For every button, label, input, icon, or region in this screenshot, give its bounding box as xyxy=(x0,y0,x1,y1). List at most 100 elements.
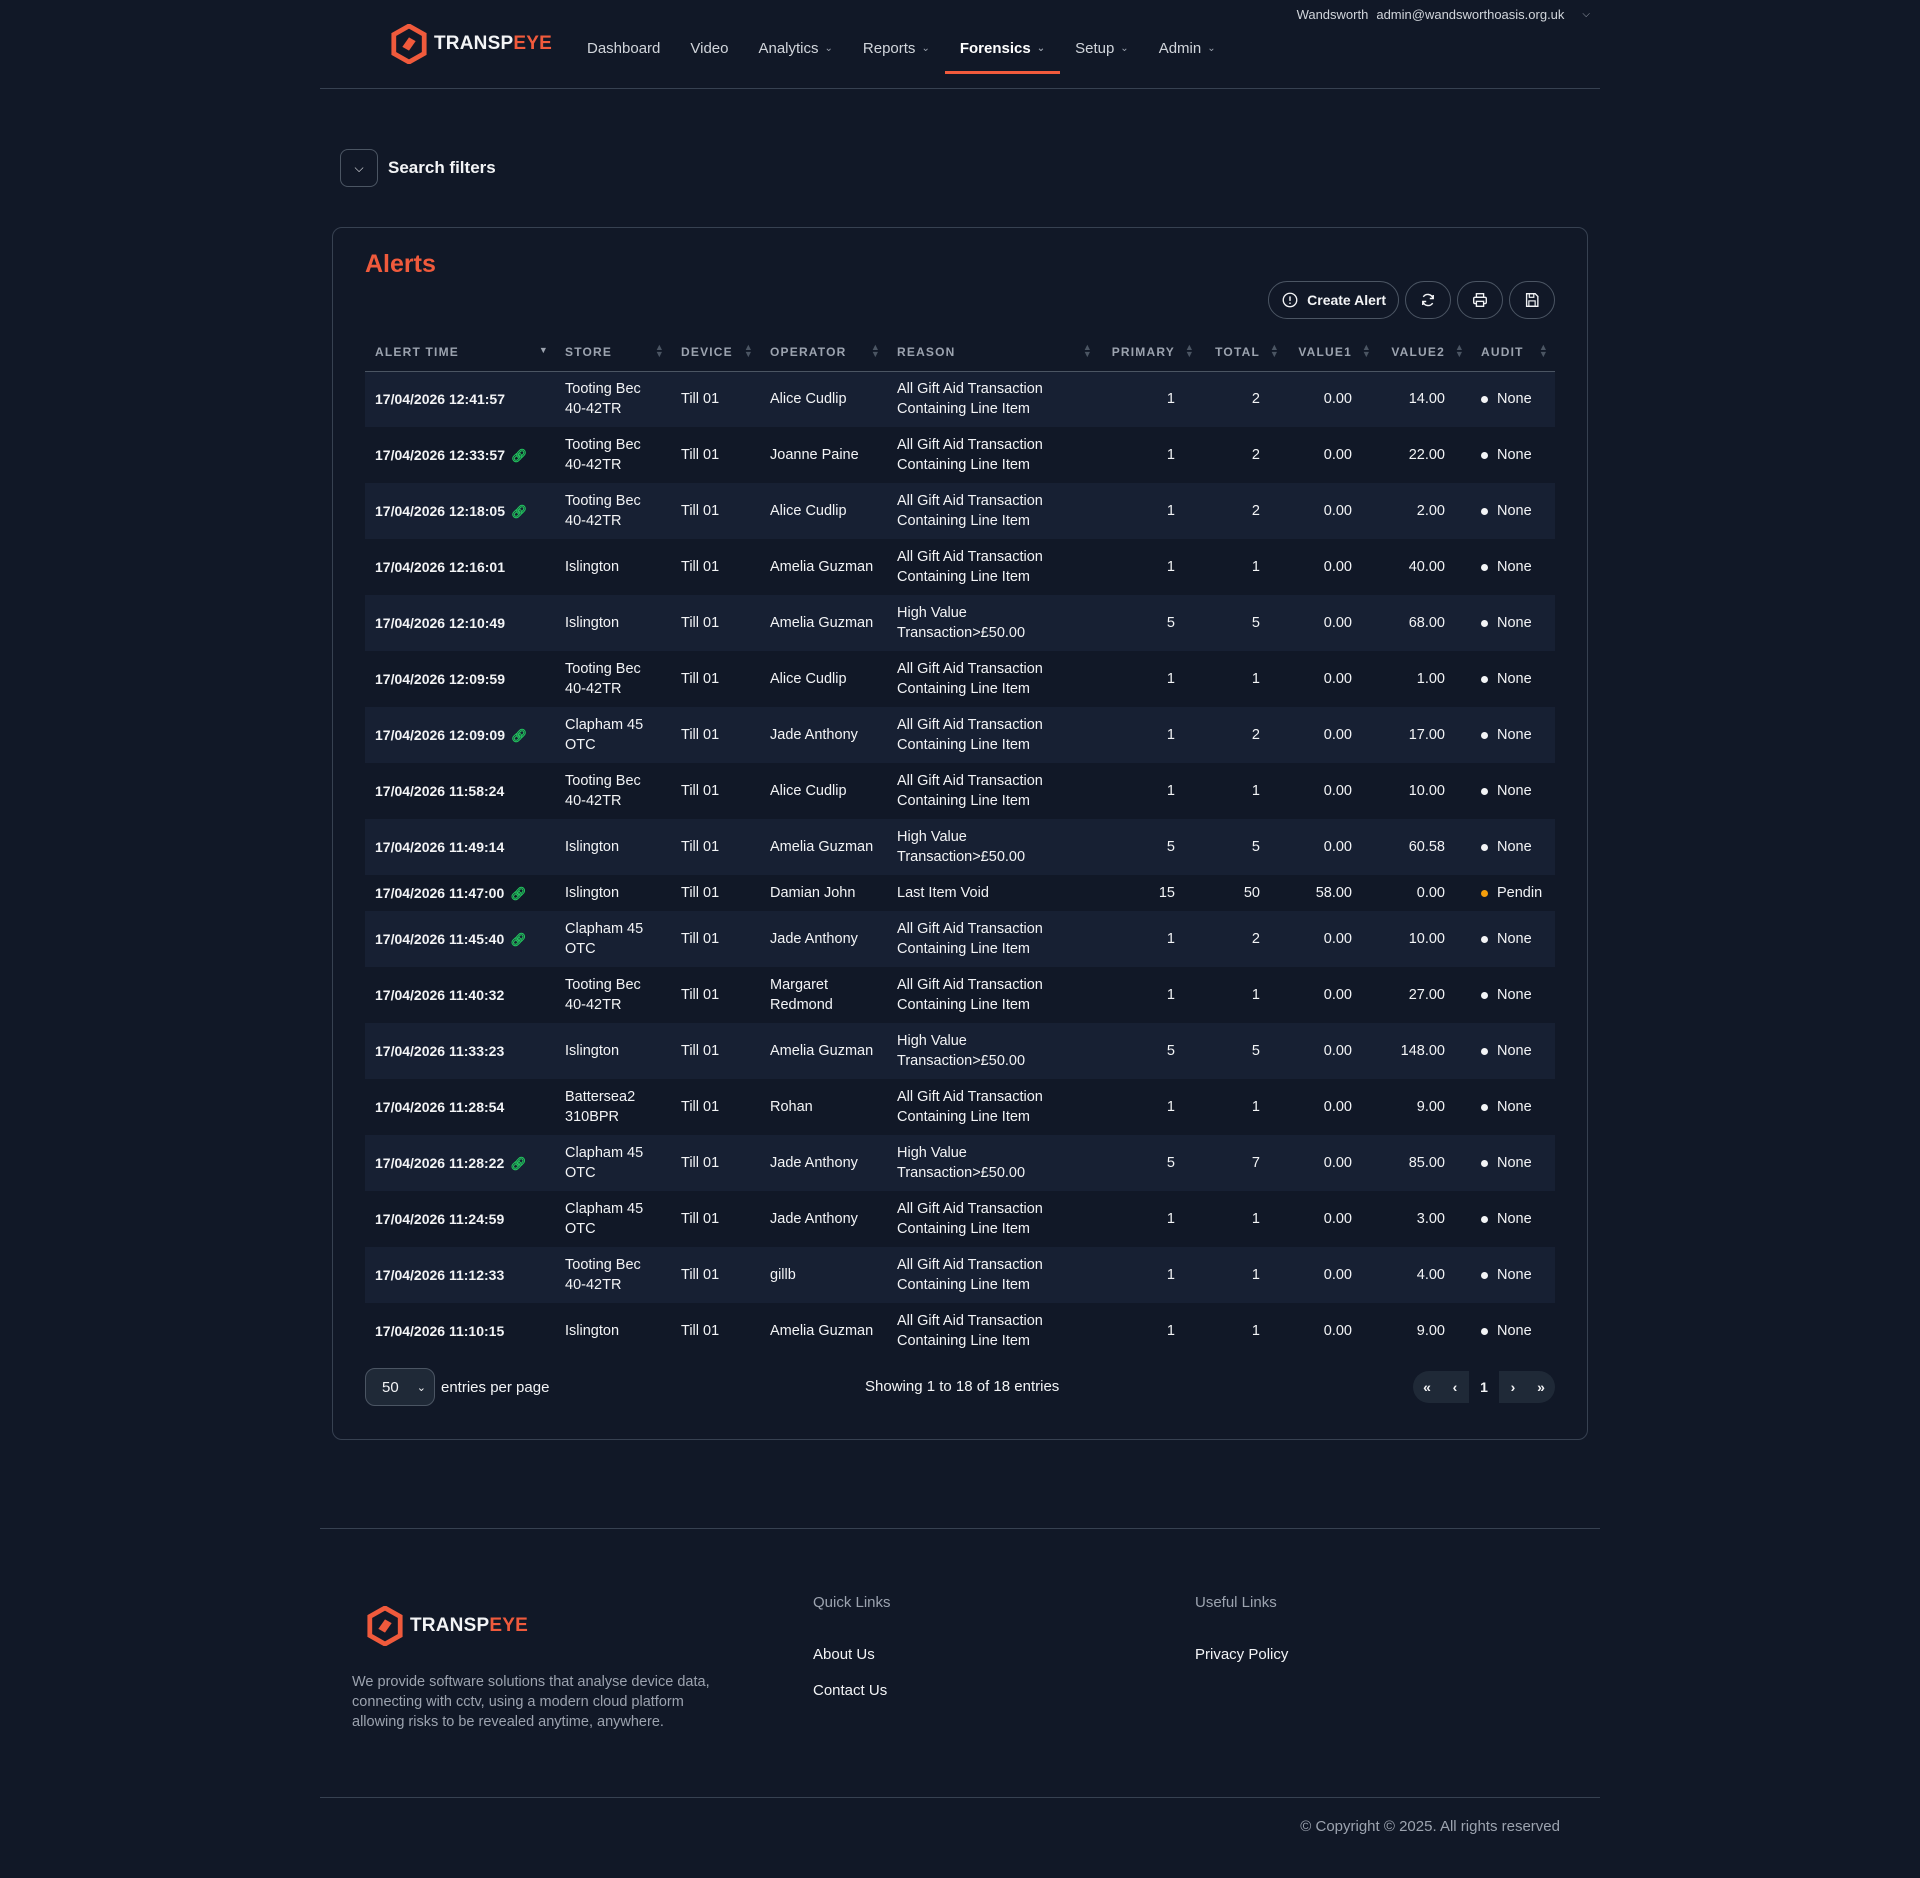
table-row[interactable]: 17/04/2026 12:18:05 🔗︎ Tooting Bec 40-42TR T… xyxy=(365,483,1555,539)
reason-line: Last Item Void xyxy=(897,885,989,901)
table-row[interactable]: 17/04/2026 12:16:01 Islington Till 01 Ameli… xyxy=(365,539,1555,595)
first-page-button[interactable]: « xyxy=(1413,1371,1441,1403)
link-icon[interactable]: 🔗︎ xyxy=(510,884,527,904)
per-page-select[interactable]: 50 ⌄ xyxy=(365,1368,435,1406)
link-icon[interactable]: 🔗︎ xyxy=(510,1154,527,1174)
column-header-reason[interactable]: Reason ▲ ▼ xyxy=(887,333,1099,372)
device-cell: Till 01 xyxy=(681,1267,720,1283)
value1-cell: 0.00 xyxy=(1323,783,1352,799)
table-row[interactable]: 17/04/2026 11:12:33 Tooting Bec 40-42TR Til… xyxy=(365,1247,1555,1303)
refresh-button[interactable] xyxy=(1405,281,1451,319)
alert-time-cell: 17/04/2026 11:45:40 🔗︎ xyxy=(365,911,555,967)
reason-cell: All Gift Aid Transaction Containing Line … xyxy=(887,911,1099,967)
column-header-alert-time[interactable]: Alert Time ▼ xyxy=(365,333,555,372)
audit-cell: None xyxy=(1471,1079,1555,1135)
column-header-value2[interactable]: Value2 ▲ ▼ xyxy=(1378,333,1471,372)
column-header-device[interactable]: Device ▲ ▼ xyxy=(671,333,760,372)
link-icon[interactable]: 🔗︎ xyxy=(511,726,528,746)
user-email: admin@wandsworthoasis.org.uk xyxy=(1376,7,1565,22)
store-line: Tooting Bec xyxy=(565,661,641,677)
reason-line: All Gift Aid Transaction xyxy=(897,921,1043,937)
reason-line: Containing Line Item xyxy=(897,737,1030,753)
table-row[interactable]: 17/04/2026 11:58:24 Tooting Bec 40-42TR Til… xyxy=(365,763,1555,819)
column-header-operator[interactable]: Operator ▲ ▼ xyxy=(760,333,887,372)
table-row[interactable]: 17/04/2026 11:45:40 🔗︎ Clapham 45 OTC Till 0… xyxy=(365,911,1555,967)
column-header-store[interactable]: Store ▲ ▼ xyxy=(555,333,671,372)
operator-line: Amelia Guzman xyxy=(770,839,874,855)
filters-toggle-button[interactable]: ⌵ xyxy=(340,149,378,187)
link-icon[interactable]: 🔗︎ xyxy=(511,502,528,522)
primary-cell: 1 xyxy=(1166,987,1175,1003)
store-line: Clapham 45 xyxy=(565,717,644,733)
table-row[interactable]: 17/04/2026 12:09:59 Tooting Bec 40-42TR Til… xyxy=(365,651,1555,707)
audit-cell: None xyxy=(1471,371,1555,427)
operator-cell: Jade Anthony xyxy=(760,707,887,763)
table-row[interactable]: 17/04/2026 12:10:49 Islington Till 01 Ameli… xyxy=(365,595,1555,651)
prev-page-button[interactable]: ‹ xyxy=(1441,1371,1469,1403)
primary-cell: 1 xyxy=(1166,727,1175,743)
last-page-button[interactable]: » xyxy=(1527,1371,1555,1403)
create-alert-button[interactable]: Create Alert xyxy=(1268,281,1399,319)
table-row[interactable]: 17/04/2026 11:33:23 Islington Till 01 Ameli… xyxy=(365,1023,1555,1079)
nav-forensics[interactable]: Forensics ⌄ xyxy=(944,30,1061,74)
user-menu[interactable]: Wandsworth admin@wandsworthoasis.org.uk … xyxy=(1297,7,1590,22)
link-icon[interactable]: 🔗︎ xyxy=(511,446,528,466)
audit-cell: None xyxy=(1471,967,1555,1023)
table-row[interactable]: 17/04/2026 12:41:57 Tooting Bec 40-42TR Til… xyxy=(365,371,1555,427)
per-page-value: 50 xyxy=(382,1378,399,1396)
table-row[interactable]: 17/04/2026 11:10:15 Islington Till 01 Ameli… xyxy=(365,1303,1555,1359)
store-line: Tooting Bec xyxy=(565,977,641,993)
nav-analytics[interactable]: Analytics ⌄ xyxy=(743,30,847,74)
column-header-value1[interactable]: Value1 ▲ ▼ xyxy=(1286,333,1378,372)
nav-setup[interactable]: Setup ⌄ xyxy=(1060,30,1144,74)
print-button[interactable] xyxy=(1457,281,1503,319)
operator-line: Jade Anthony xyxy=(770,727,858,743)
column-header-total[interactable]: Total ▲ ▼ xyxy=(1201,333,1286,372)
contact-us-link[interactable]: Contact Us xyxy=(813,1682,887,1699)
table-row[interactable]: 17/04/2026 11:40:32 Tooting Bec 40-42TR Til… xyxy=(365,967,1555,1023)
footer-logo[interactable]: TRANSPEYE xyxy=(366,1606,528,1646)
logo[interactable]: TRANSPEYE xyxy=(390,24,552,64)
table-row[interactable]: 17/04/2026 12:33:57 🔗︎ Tooting Bec 40-42TR T… xyxy=(365,427,1555,483)
column-header-audit[interactable]: Audit ▲ ▼ xyxy=(1471,333,1555,372)
device-cell: Till 01 xyxy=(681,1155,720,1171)
nav-dashboard[interactable]: Dashboard xyxy=(572,30,675,74)
reason-line: Containing Line Item xyxy=(897,1333,1030,1349)
about-us-link[interactable]: About Us xyxy=(813,1646,875,1663)
nav-video[interactable]: Video xyxy=(675,30,743,74)
operator-cell: Alice Cudlip xyxy=(760,371,887,427)
reason-line: Transaction>£50.00 xyxy=(897,625,1026,641)
next-page-button[interactable]: › xyxy=(1499,1371,1527,1403)
audit-status: Pendin xyxy=(1497,885,1543,901)
operator-line: Amelia Guzman xyxy=(770,1043,874,1059)
operator-line: gillb xyxy=(770,1267,796,1283)
chevron-down-icon[interactable]: ⌵ xyxy=(1582,9,1590,20)
store-line: 40-42TR xyxy=(565,513,622,529)
alert-time-cell: 17/04/2026 12:10:49 xyxy=(365,595,555,651)
value1-cell: 0.00 xyxy=(1323,1323,1352,1339)
column-header-primary[interactable]: Primary ▲ ▼ xyxy=(1099,333,1201,372)
link-icon[interactable]: 🔗︎ xyxy=(510,930,527,950)
nav-admin[interactable]: Admin ⌄ xyxy=(1144,30,1231,74)
nav-reports[interactable]: Reports ⌄ xyxy=(848,30,945,74)
alert-time: 17/04/2026 11:28:22 xyxy=(375,1154,505,1171)
store-cell: Islington xyxy=(555,595,671,651)
store-cell: Tooting Bec 40-42TR xyxy=(555,427,671,483)
table-row[interactable]: 17/04/2026 11:28:54 Battersea2 310BPR Till … xyxy=(365,1079,1555,1135)
status-dot-icon xyxy=(1481,1215,1488,1223)
value2-cell: 148.00 xyxy=(1400,1043,1445,1059)
save-button[interactable] xyxy=(1509,281,1555,319)
privacy-policy-link[interactable]: Privacy Policy xyxy=(1195,1646,1288,1663)
search-filters-label[interactable]: Search filters xyxy=(388,158,496,178)
table-row[interactable]: 17/04/2026 11:28:22 🔗︎ Clapham 45 OTC Till 0… xyxy=(365,1135,1555,1191)
reason-line: High Value xyxy=(897,829,967,845)
table-row[interactable]: 17/04/2026 11:24:59 Clapham 45 OTC Till 01 J… xyxy=(365,1191,1555,1247)
page-1-button[interactable]: 1 xyxy=(1469,1371,1499,1403)
table-row[interactable]: 17/04/2026 11:49:14 Islington Till 01 Ameli… xyxy=(365,819,1555,875)
store-cell: Islington xyxy=(555,1303,671,1359)
table-row[interactable]: 17/04/2026 11:47:00 🔗︎ Islington Till 01 Dam… xyxy=(365,875,1555,911)
table-row[interactable]: 17/04/2026 12:09:09 🔗︎ Clapham 45 OTC Till 0… xyxy=(365,707,1555,763)
alert-time-cell: 17/04/2026 11:12:33 xyxy=(365,1247,555,1303)
logo-mark-icon xyxy=(391,24,427,64)
device-cell: Till 01 xyxy=(681,391,720,408)
